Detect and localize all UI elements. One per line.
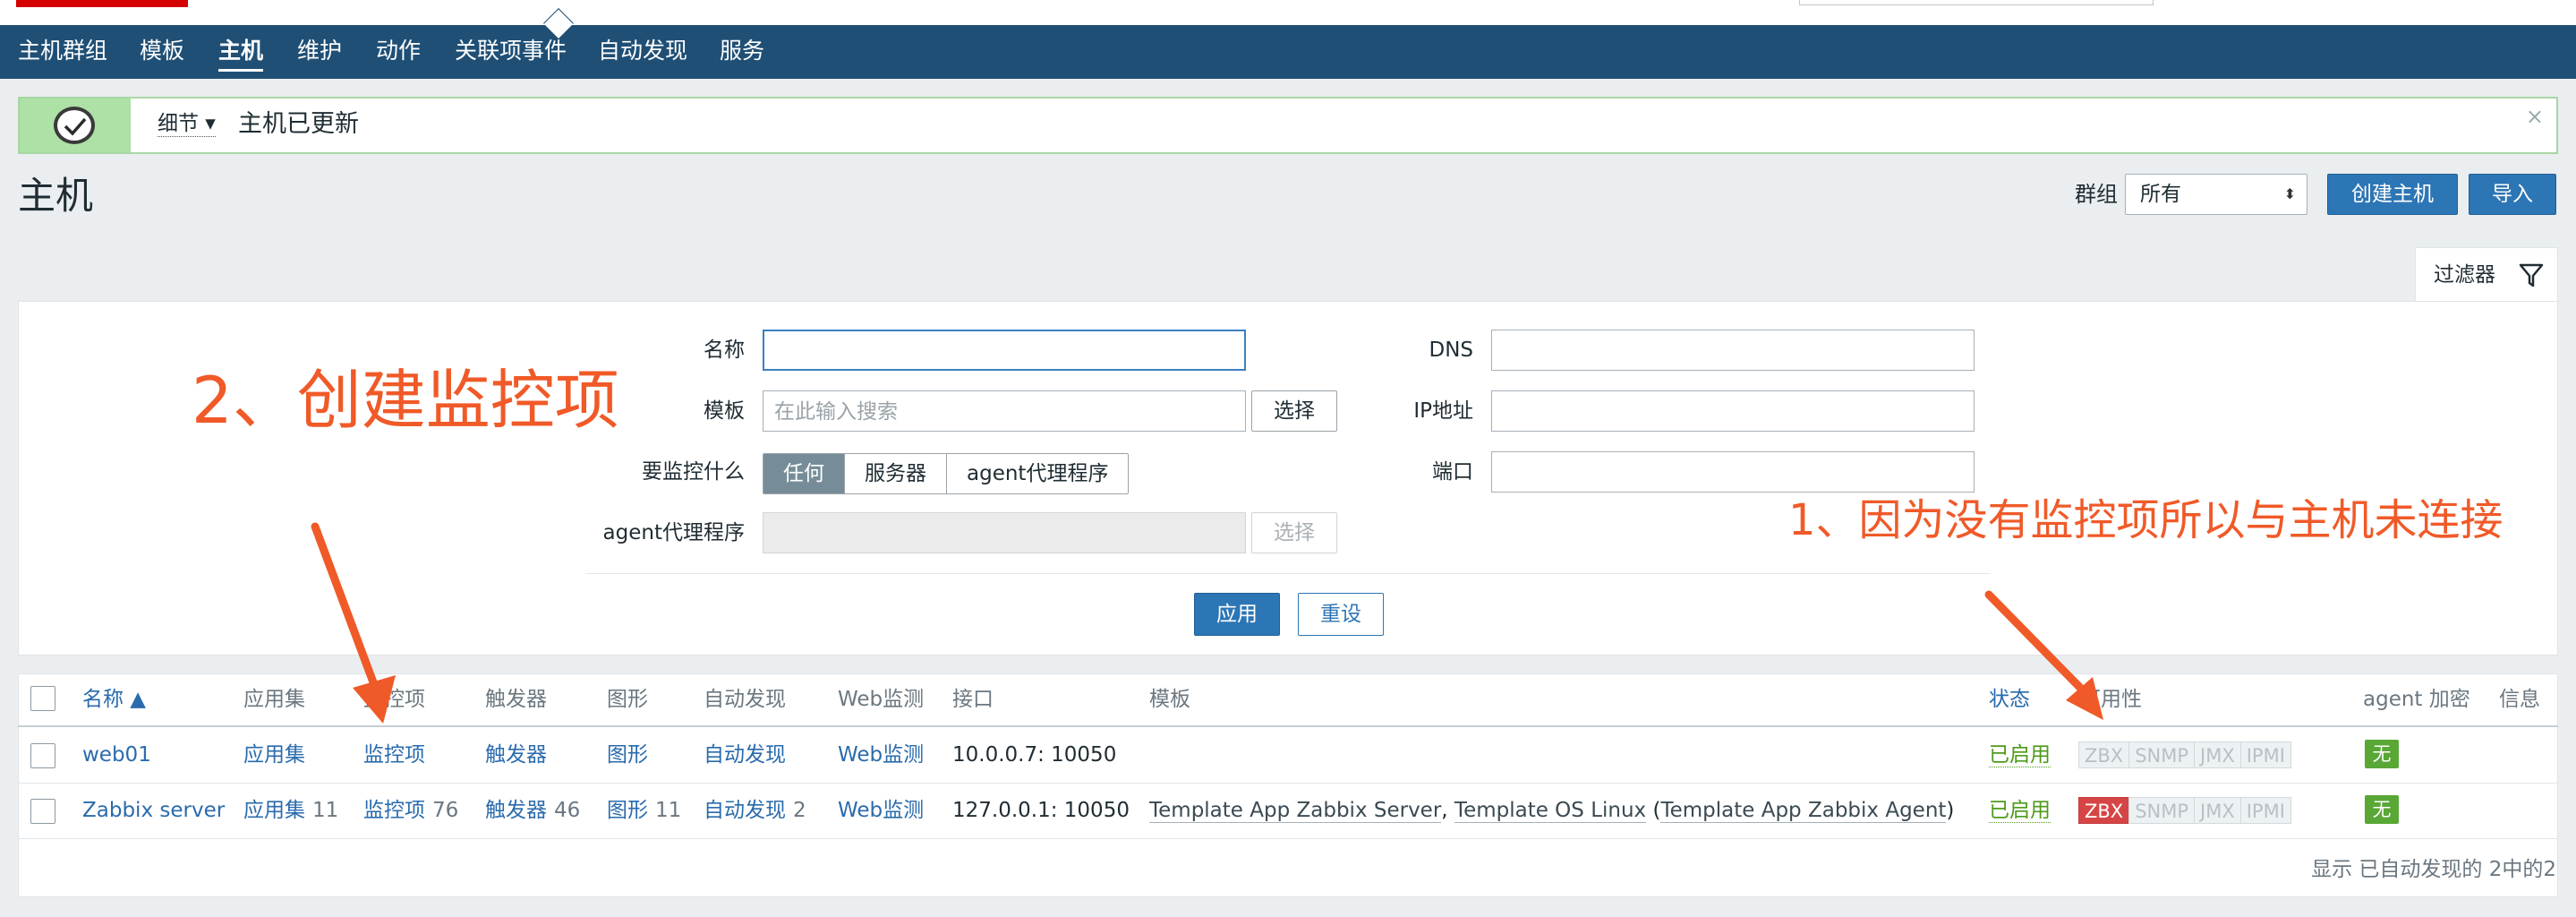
annotation-arrow-items (311, 522, 396, 724)
annotation-arrows (311, 522, 2103, 724)
annotation-arrow-availability (1984, 590, 2103, 720)
